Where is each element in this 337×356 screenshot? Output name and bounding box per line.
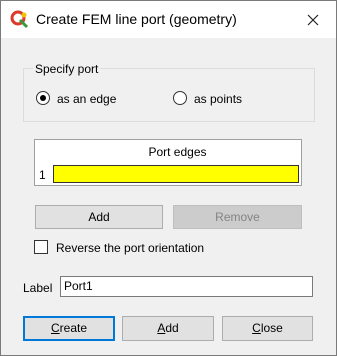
- create-button-text: reate: [59, 321, 88, 335]
- close-button[interactable]: Close: [222, 316, 313, 341]
- table-row-number: 1: [39, 168, 46, 182]
- reverse-orientation-checkbox[interactable]: [34, 240, 48, 254]
- radio-selected-dot: [40, 95, 46, 101]
- table-column-header[interactable]: Port edges: [53, 140, 302, 164]
- close-button-text: lose: [260, 321, 283, 335]
- qa-app-logo-icon: [10, 9, 30, 29]
- specify-port-title: Specify port: [33, 62, 101, 76]
- create-button-mnemonic: C: [50, 321, 60, 335]
- title-bar[interactable]: Create FEM line port (geometry): [1, 1, 336, 38]
- port-edges-table: Port edges 1: [34, 139, 302, 186]
- remove-edge-button[interactable]: Remove: [173, 205, 302, 229]
- create-button[interactable]: Create: [23, 316, 115, 341]
- radio-as-an-edge[interactable]: [36, 91, 50, 105]
- table-cell-port-edge[interactable]: [53, 165, 299, 183]
- window-title: Create FEM line port (geometry): [36, 11, 237, 27]
- radio-as-an-edge-label[interactable]: as an edge: [57, 92, 116, 106]
- add-button-text: dd: [165, 321, 179, 335]
- close-button-mnemonic: C: [252, 321, 261, 335]
- close-icon[interactable]: [290, 1, 336, 38]
- reverse-orientation-label[interactable]: Reverse the port orientation: [56, 241, 204, 255]
- label-input[interactable]: Port1: [60, 276, 313, 297]
- label-field-label: Label: [23, 281, 53, 295]
- radio-as-points[interactable]: [173, 91, 187, 105]
- add-port-button[interactable]: Add: [122, 316, 214, 341]
- add-edge-button[interactable]: Add: [35, 205, 163, 229]
- radio-as-points-label[interactable]: as points: [194, 92, 242, 106]
